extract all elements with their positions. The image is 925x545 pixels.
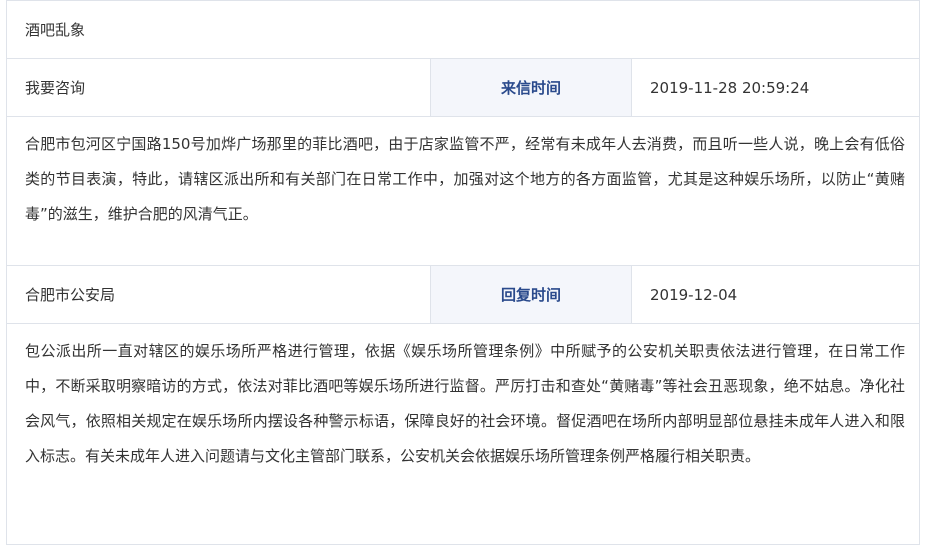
- question-content-row: 合肥市包河区宁国路150号加烨广场那里的菲比酒吧，由于店家监管不严，经常有未成年…: [7, 116, 919, 265]
- reply-department: 合肥市公安局: [7, 266, 431, 323]
- reply-time-label: 回复时间: [431, 266, 632, 323]
- question-time-value: 2019-11-28 20:59:24: [650, 78, 810, 97]
- letter-detail-table: 酒吧乱象 我要咨询 来信时间 2019-11-28 20:59:24 合肥市包河…: [6, 0, 920, 545]
- letter-title: 酒吧乱象: [25, 21, 86, 39]
- question-type: 我要咨询: [7, 59, 431, 116]
- question-content: 合肥市包河区宁国路150号加烨广场那里的菲比酒吧，由于店家监管不严，经常有未成年…: [25, 135, 905, 223]
- title-row: 酒吧乱象: [7, 0, 919, 58]
- reply-time-value: 2019-12-04: [650, 285, 738, 304]
- reply-meta-row: 合肥市公安局 回复时间 2019-12-04: [7, 265, 919, 323]
- reply-content: 包公派出所一直对辖区的娱乐场所严格进行管理，依据《娱乐场所管理条例》中所赋予的公…: [25, 342, 905, 465]
- question-time-label: 来信时间: [431, 59, 632, 116]
- reply-content-row: 包公派出所一直对辖区的娱乐场所严格进行管理，依据《娱乐场所管理条例》中所赋予的公…: [7, 323, 919, 544]
- question-meta-row: 我要咨询 来信时间 2019-11-28 20:59:24: [7, 58, 919, 116]
